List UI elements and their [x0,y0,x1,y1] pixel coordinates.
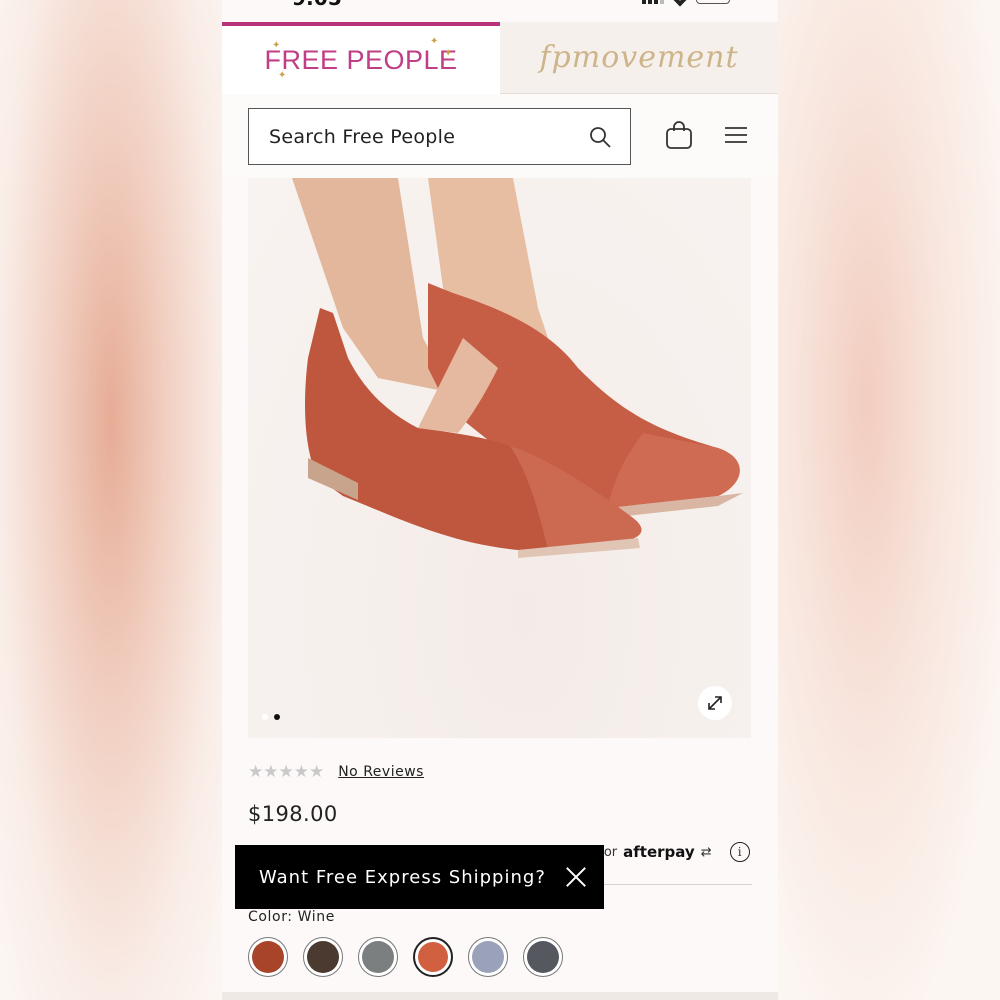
gallery-dots [262,714,280,720]
swatch-light-blue[interactable] [468,937,508,977]
free-people-logo: FREE PEOPLE [264,44,458,75]
reviews-row: ★★★★★ No Reviews [248,762,424,782]
swatch-color [527,941,559,973]
payment-or-text: or [603,844,618,860]
product-image[interactable] [248,178,751,738]
color-label: Color: Wine [248,909,335,925]
status-time: 9:05 [292,0,342,10]
signal-icon [642,0,664,4]
swatch-color [472,941,504,973]
free-shipping-banner[interactable]: Want Free Express Shipping? [235,845,604,909]
site-header: Search Free People [222,94,778,178]
swatch-color [252,941,284,973]
swatch-color [307,941,339,973]
sparkle-icon: ✦ [430,36,439,47]
fp-movement-logo: fpmovement [539,40,739,75]
payment-options: a. or afterpay ⇄ i [582,842,750,862]
rating-stars: ★★★★★ [248,762,325,782]
sparkle-icon: ✦ [444,48,453,59]
sparkle-icon: ✦ [272,40,281,51]
afterpay-arrow-icon: ⇄ [700,844,712,860]
swatch-grey[interactable] [358,937,398,977]
hamburger-menu-icon[interactable] [724,126,748,148]
sparkle-icon: ✦ [278,70,287,81]
expand-icon[interactable] [698,686,732,720]
status-icons [642,0,730,7]
swatch-color [418,942,448,972]
search-placeholder: Search Free People [269,125,456,148]
search-input[interactable]: Search Free People [248,108,631,165]
shoe-illustration [292,178,743,558]
color-swatches [248,937,563,977]
phone-screen: 9:05 ✦ ✦ ✦ ✦ FREE PEOPLE fpmovement Sear… [222,0,778,1000]
afterpay-logo: afterpay [623,843,695,861]
shopping-bag-icon[interactable] [664,120,694,154]
swatch-brown[interactable] [303,937,343,977]
swatch-rust[interactable] [413,937,453,977]
brand-tabs: ✦ ✦ ✦ ✦ FREE PEOPLE fpmovement [222,22,778,94]
tab-fp-movement[interactable]: fpmovement [500,22,778,94]
product-price: $198.00 [248,802,338,826]
bottom-edge [222,992,778,1000]
tab-free-people[interactable]: ✦ ✦ ✦ ✦ FREE PEOPLE [222,22,500,94]
battery-icon [696,0,730,4]
gallery-dot-active[interactable] [274,714,280,720]
banner-text: Want Free Express Shipping? [259,866,546,888]
search-icon[interactable] [580,117,620,157]
swatch-charcoal[interactable] [523,937,563,977]
reviews-link[interactable]: No Reviews [338,764,424,780]
gallery-dot[interactable] [262,714,268,720]
swatch-color [362,941,394,973]
background-blur-right [778,0,1000,1000]
swatch-wine[interactable] [248,937,288,977]
background-blur-left [0,0,222,1000]
wifi-icon [671,0,689,7]
info-icon[interactable]: i [729,842,750,862]
close-icon[interactable] [564,865,588,889]
